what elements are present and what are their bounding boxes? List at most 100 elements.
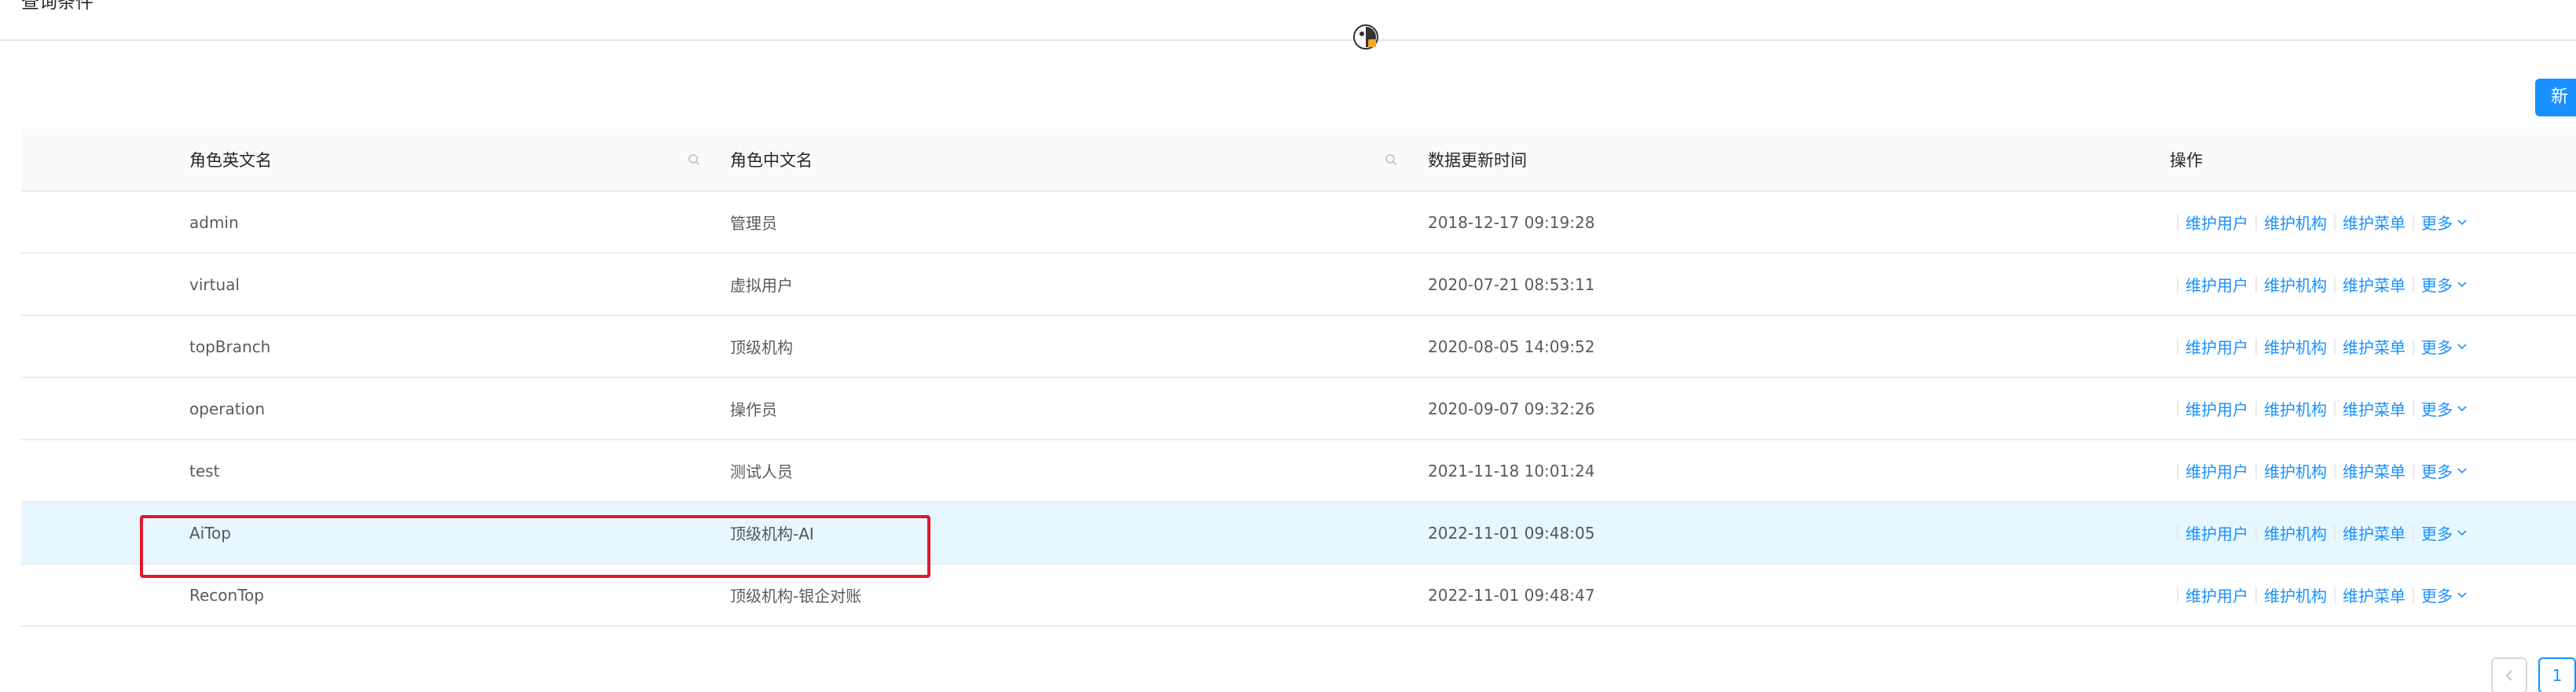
divider (2255, 276, 2257, 293)
maintain-menus-link[interactable]: 维护菜单 (2343, 521, 2405, 544)
maintain-users-link[interactable]: 维护用户 (2185, 397, 2248, 420)
column-header-actions: 操作 (2170, 150, 2203, 170)
actions-cell: 维护用户 维护机构 维护菜单 更多 (2170, 254, 2467, 315)
pagination-page-1[interactable]: 1 (2538, 657, 2576, 692)
role-zh-cell: 管理员 (730, 214, 777, 233)
role-en-cell: admin (189, 212, 239, 232)
divider (2334, 400, 2336, 417)
chevron-down-icon (2457, 219, 2467, 225)
actions-cell: 维护用户 维护机构 维护菜单 更多 (2170, 316, 2467, 377)
more-label: 更多 (2421, 400, 2453, 419)
maintain-orgs-link[interactable]: 维护机构 (2264, 335, 2327, 358)
divider (2413, 587, 2414, 603)
chevron-down-icon (2457, 343, 2467, 349)
page: 查询条件 新 角色英文名 角色中文名 数据更新时间 操作 admin 管理员 2… (0, 0, 2576, 692)
maintain-orgs-link[interactable]: 维护机构 (2264, 273, 2327, 296)
column-header-updated: 数据更新时间 (1428, 150, 1527, 170)
more-label: 更多 (2421, 338, 2453, 357)
divider (2413, 462, 2414, 479)
more-dropdown[interactable]: 更多 (2421, 335, 2467, 358)
chevron-down-icon (2457, 529, 2467, 536)
chevron-down-icon (2457, 281, 2467, 287)
divider (2334, 214, 2336, 230)
column-header-role-en: 角色英文名 (189, 150, 272, 170)
divider (2255, 525, 2257, 541)
maintain-orgs-link[interactable]: 维护机构 (2264, 521, 2327, 544)
maintain-menus-link[interactable]: 维护菜单 (2343, 273, 2405, 296)
query-conditions-header: 查询条件 (0, 0, 2576, 41)
divider (2177, 214, 2178, 230)
updated-time-cell: 2021-11-18 10:01:24 (1428, 461, 1595, 480)
divider (2177, 525, 2178, 541)
maintain-orgs-link[interactable]: 维护机构 (2264, 397, 2327, 420)
maintain-menus-link[interactable]: 维护菜单 (2343, 211, 2405, 234)
more-dropdown[interactable]: 更多 (2421, 521, 2467, 544)
table-row[interactable]: AiTop 顶级机构-AI 2022-11-01 09:48:05 维护用户 维… (21, 502, 2576, 565)
maintain-menus-link[interactable]: 维护菜单 (2343, 397, 2405, 420)
maintain-users-link[interactable]: 维护用户 (2185, 211, 2248, 234)
divider (2413, 276, 2414, 293)
divider (2177, 400, 2178, 417)
role-zh-cell: 顶级机构-AI (730, 525, 814, 543)
maintain-menus-link[interactable]: 维护菜单 (2343, 335, 2405, 358)
role-zh-cell: 操作员 (730, 400, 777, 419)
chevron-left-icon (2505, 670, 2512, 681)
more-label: 更多 (2421, 214, 2453, 233)
table-row[interactable]: topBranch 顶级机构 2020-08-05 14:09:52 维护用户 … (21, 316, 2576, 378)
more-dropdown[interactable]: 更多 (2421, 397, 2467, 420)
divider (2177, 587, 2178, 603)
divider (2177, 276, 2178, 293)
search-icon[interactable] (688, 128, 700, 190)
role-en-cell: virtual (189, 274, 240, 294)
divider (2413, 338, 2414, 355)
more-dropdown[interactable]: 更多 (2421, 273, 2467, 296)
more-label: 更多 (2421, 587, 2453, 606)
table-row[interactable]: operation 操作员 2020-09-07 09:32:26 维护用户 维… (21, 378, 2576, 440)
chevron-down-icon (2457, 405, 2467, 411)
role-en-cell: topBranch (189, 337, 271, 356)
divider (2334, 525, 2336, 541)
updated-time-cell: 2020-07-21 08:53:11 (1428, 274, 1595, 294)
role-zh-cell: 顶级机构-银企对账 (730, 587, 862, 606)
chevron-down-icon (2457, 467, 2467, 473)
maintain-menus-link[interactable]: 维护菜单 (2343, 583, 2405, 606)
maintain-users-link[interactable]: 维护用户 (2185, 521, 2248, 544)
maintain-orgs-link[interactable]: 维护机构 (2264, 211, 2327, 234)
chevron-down-icon (2457, 591, 2467, 598)
actions-cell: 维护用户 维护机构 维护菜单 更多 (2170, 378, 2467, 439)
search-icon[interactable] (1385, 128, 1397, 190)
divider (2255, 400, 2257, 417)
role-zh-cell: 顶级机构 (730, 338, 793, 357)
table-row[interactable]: admin 管理员 2018-12-17 09:19:28 维护用户 维护机构 … (21, 192, 2576, 254)
maintain-users-link[interactable]: 维护用户 (2185, 459, 2248, 482)
maintain-users-link[interactable]: 维护用户 (2185, 583, 2248, 606)
actions-cell: 维护用户 维护机构 维护菜单 更多 (2170, 565, 2467, 625)
role-en-cell: AiTop (189, 523, 231, 543)
maintain-users-link[interactable]: 维护用户 (2185, 273, 2248, 296)
column-header-role-zh: 角色中文名 (730, 150, 813, 170)
new-button[interactable]: 新 (2535, 79, 2576, 116)
maintain-users-link[interactable]: 维护用户 (2185, 335, 2248, 358)
role-zh-cell: 测试人员 (730, 462, 793, 481)
updated-time-cell: 2020-08-05 14:09:52 (1428, 337, 1595, 356)
table-row[interactable]: test 测试人员 2021-11-18 10:01:24 维护用户 维护机构 … (21, 440, 2576, 502)
role-en-cell: test (189, 461, 220, 480)
more-dropdown[interactable]: 更多 (2421, 583, 2467, 606)
maintain-orgs-link[interactable]: 维护机构 (2264, 583, 2327, 606)
table-body: admin 管理员 2018-12-17 09:19:28 维护用户 维护机构 … (21, 192, 2576, 627)
actions-cell: 维护用户 维护机构 维护菜单 更多 (2170, 502, 2467, 563)
role-zh-cell: 虚拟用户 (730, 276, 793, 295)
actions-cell: 维护用户 维护机构 维护菜单 更多 (2170, 192, 2467, 252)
updated-time-cell: 2022-11-01 09:48:05 (1428, 523, 1595, 543)
updated-time-cell: 2018-12-17 09:19:28 (1428, 212, 1595, 232)
pagination-prev-button[interactable] (2491, 657, 2527, 692)
maintain-menus-link[interactable]: 维护菜单 (2343, 459, 2405, 482)
table-row[interactable]: virtual 虚拟用户 2020-07-21 08:53:11 维护用户 维护… (21, 254, 2576, 316)
more-dropdown[interactable]: 更多 (2421, 459, 2467, 482)
divider (2334, 587, 2336, 603)
maintain-orgs-link[interactable]: 维护机构 (2264, 459, 2327, 482)
table-row[interactable]: ReconTop 顶级机构-银企对账 2022-11-01 09:48:47 维… (21, 565, 2576, 627)
avatar-icon[interactable] (1352, 24, 1379, 50)
more-label: 更多 (2421, 525, 2453, 543)
more-dropdown[interactable]: 更多 (2421, 211, 2467, 234)
